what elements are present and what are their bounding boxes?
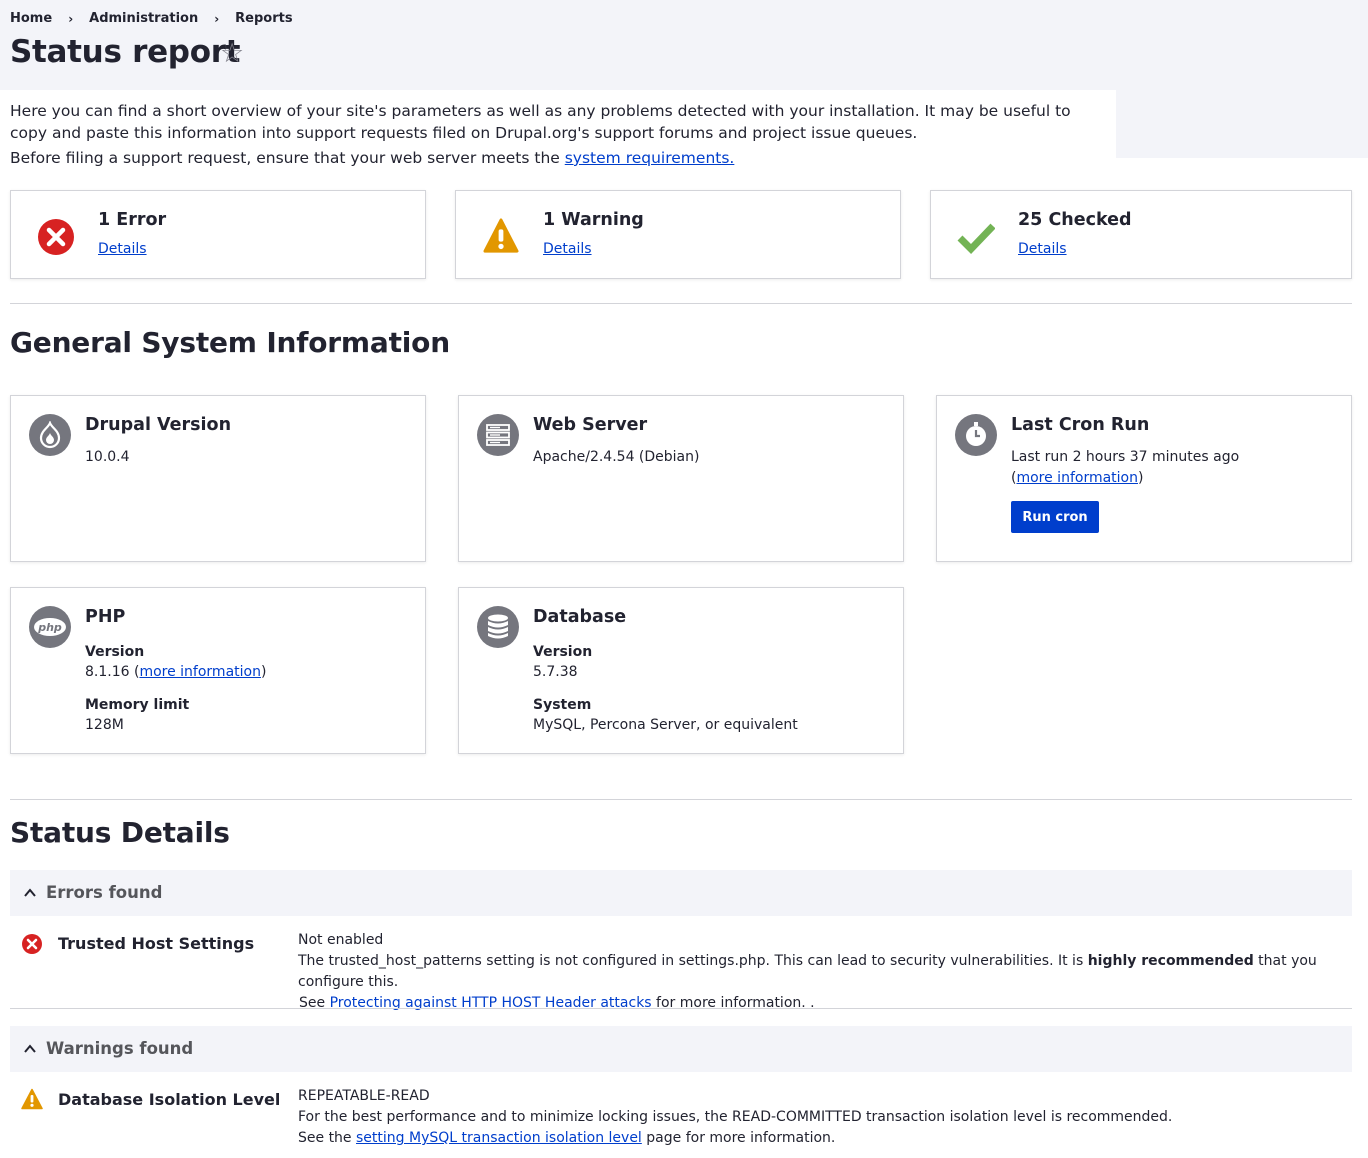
breadcrumb-separator-icon: ›	[68, 11, 74, 26]
divider	[10, 799, 1352, 800]
drupal-version-value: 10.0.4	[85, 449, 130, 465]
drupal-drop-icon	[29, 414, 71, 456]
mysql-isolation-link[interactable]: setting MySQL transaction isolation leve…	[356, 1130, 642, 1146]
intro-requirements-text: Before filing a support request, ensure …	[10, 149, 565, 167]
db-isolation-see-pre: See the	[298, 1130, 356, 1146]
database-icon	[477, 606, 519, 648]
php-memory-value: 128M	[85, 717, 124, 733]
warning-counter: 1 Warning Details	[455, 190, 901, 279]
intro-requirements: Before filing a support request, ensure …	[10, 147, 734, 169]
database-version-label: Version	[533, 644, 593, 660]
warning-icon	[483, 218, 519, 253]
db-isolation-description: For the best performance and to minimize…	[298, 1109, 1173, 1125]
intro-text: Here you can find a short overview of yo…	[10, 102, 1071, 142]
db-isolation-status: REPEATABLE-READ	[298, 1088, 430, 1104]
database-system-label: System	[533, 697, 592, 713]
breadcrumb-administration[interactable]: Administration	[89, 11, 198, 26]
error-icon	[38, 219, 74, 255]
divider	[10, 1008, 1352, 1009]
database-title: Database	[533, 607, 627, 627]
chevron-up-icon	[24, 1044, 36, 1053]
web-server-card: Web Server Apache/2.4.54 (Debian)	[458, 395, 904, 562]
last-cron-card: Last Cron Run Last run 2 hours 37 minute…	[936, 395, 1352, 562]
checkmark-icon	[957, 223, 995, 255]
php-memory-label: Memory limit	[85, 697, 190, 713]
warning-details-link[interactable]: Details	[543, 241, 592, 257]
run-cron-button[interactable]: Run cron	[1011, 501, 1099, 533]
error-counter: 1 Error Details	[10, 190, 426, 279]
database-system-value: MySQL, Percona Server, or equivalent	[533, 717, 798, 733]
svg-text:php: php	[37, 621, 62, 634]
php-title: PHP	[85, 607, 126, 627]
error-details-link[interactable]: Details	[98, 241, 147, 257]
errors-found-toggle[interactable]: Errors found	[10, 870, 1352, 916]
system-requirements-link[interactable]: system requirements.	[565, 149, 735, 167]
chevron-up-icon	[24, 888, 36, 897]
cron-more-information-link[interactable]: more information	[1016, 470, 1138, 486]
trusted-host-description: The trusted_host_patterns setting is not…	[298, 951, 1348, 993]
database-version-value: 5.7.38	[533, 664, 578, 680]
php-version: 8.1.16 (more information)	[85, 664, 267, 680]
favorite-star-icon[interactable]: ☆	[220, 38, 244, 69]
general-system-heading: General System Information	[10, 326, 450, 359]
breadcrumb-reports[interactable]: Reports	[235, 11, 292, 26]
checked-counter: 25 Checked Details	[930, 190, 1352, 279]
warnings-found-toggle[interactable]: Warnings found	[10, 1026, 1352, 1072]
warning-count: 1 Warning	[543, 210, 644, 230]
warning-icon	[21, 1088, 43, 1110]
db-isolation-see-post: page for more information.	[641, 1130, 836, 1146]
trusted-host-desc-pre: The trusted_host_patterns setting is not…	[298, 953, 1088, 969]
last-cron-title: Last Cron Run	[1011, 415, 1150, 435]
web-server-value: Apache/2.4.54 (Debian)	[533, 449, 700, 465]
php-card: php PHP Version 8.1.16 (more information…	[10, 587, 426, 754]
php-version-value: 8.1.16	[85, 664, 130, 680]
divider	[10, 303, 1352, 304]
page-title: Status report	[10, 34, 241, 70]
drupal-version-title: Drupal Version	[85, 415, 232, 435]
db-isolation-body: REPEATABLE-READ For the best performance…	[298, 1086, 1348, 1149]
trusted-host-status: Not enabled	[298, 932, 384, 948]
warning-row-db-isolation: Database Isolation Level REPEATABLE-READ…	[10, 1084, 1352, 1158]
web-server-title: Web Server	[533, 415, 648, 435]
trusted-host-desc-bold: highly recommended	[1087, 953, 1254, 969]
clock-icon	[955, 414, 997, 456]
checked-details-link[interactable]: Details	[1018, 241, 1067, 257]
breadcrumb: Home › Administration › Reports	[10, 11, 293, 26]
errors-found-label: Errors found	[46, 883, 163, 902]
trusted-host-title: Trusted Host Settings	[58, 934, 255, 953]
breadcrumb-separator-icon: ›	[214, 11, 220, 26]
breadcrumb-home[interactable]: Home	[10, 11, 52, 26]
trusted-host-body: Not enabled The trusted_host_patterns se…	[298, 930, 1348, 1014]
status-details-heading: Status Details	[10, 816, 230, 849]
database-card: Database Version 5.7.38 System MySQL, Pe…	[458, 587, 904, 754]
header-band	[1116, 90, 1368, 158]
php-icon: php	[29, 606, 71, 648]
php-more-information-link[interactable]: more information	[139, 664, 261, 680]
error-icon	[22, 934, 42, 954]
php-version-label: Version	[85, 644, 145, 660]
drupal-version-card: Drupal Version 10.0.4	[10, 395, 426, 562]
db-isolation-see: See the setting MySQL transaction isolat…	[298, 1128, 1348, 1149]
cron-paren-close: )	[1137, 470, 1144, 486]
warnings-found-label: Warnings found	[46, 1039, 194, 1058]
trusted-host-see: See Protecting against HTTP HOST Header …	[298, 993, 1348, 1014]
error-row-trusted-host: Trusted Host Settings Not enabled The tr…	[10, 928, 1352, 1011]
cron-more-info: (more information)	[1011, 468, 1143, 489]
server-icon	[477, 414, 519, 456]
last-cron-value: Last run 2 hours 37 minutes ago	[1011, 449, 1240, 465]
error-count: 1 Error	[98, 210, 167, 230]
checked-count: 25 Checked	[1018, 210, 1132, 230]
db-isolation-title: Database Isolation Level	[58, 1090, 281, 1109]
